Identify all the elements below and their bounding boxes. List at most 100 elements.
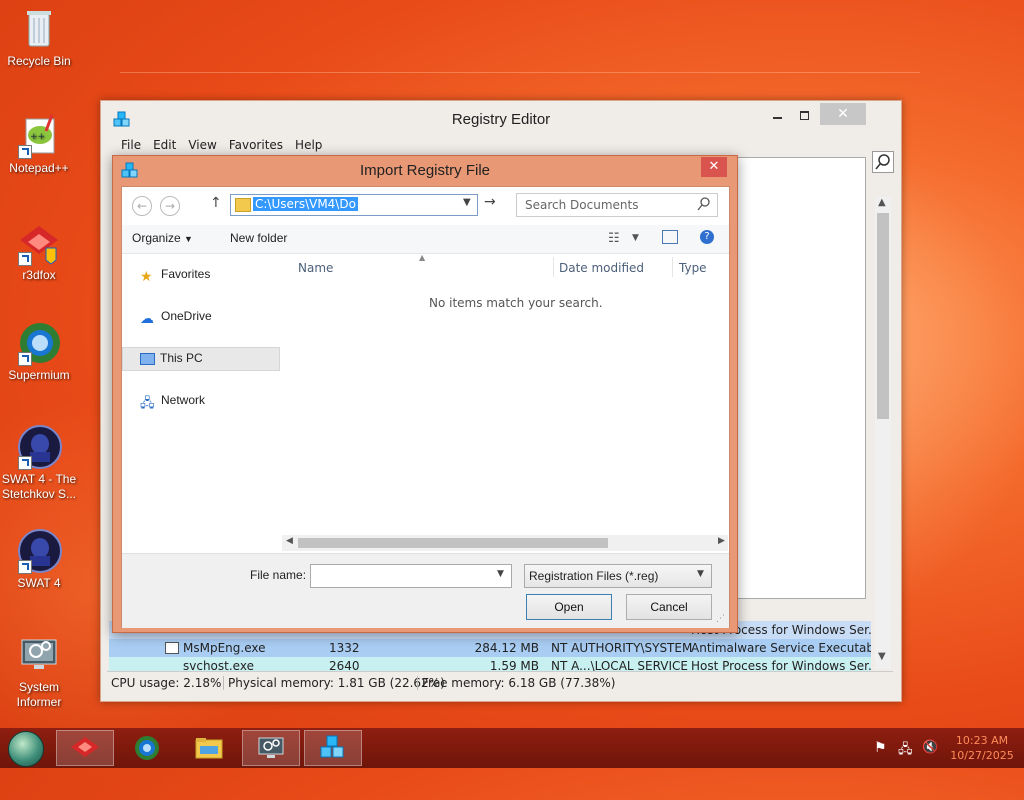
search-input[interactable]: Search Documents bbox=[516, 193, 718, 217]
resize-grip-icon[interactable]: ⋰ bbox=[716, 614, 725, 624]
r3dfox-icon bbox=[71, 737, 99, 757]
dialog-footer: File name: ▼ Registration Files (*.reg) … bbox=[122, 553, 729, 628]
taskbar-app-file-explorer[interactable] bbox=[180, 730, 238, 766]
clock-time: 10:23 AM bbox=[955, 734, 1009, 747]
shortcut-arrow-icon bbox=[18, 352, 32, 366]
filetype-select[interactable]: Registration Files (*.reg) ▼ bbox=[524, 564, 712, 588]
shortcut-arrow-icon bbox=[18, 252, 32, 266]
registry-editor-icon bbox=[320, 735, 344, 758]
menu-view[interactable]: View bbox=[182, 138, 222, 152]
process-user: NT A...\LOCAL SERVICE bbox=[551, 659, 688, 671]
cancel-button[interactable]: Cancel bbox=[626, 594, 712, 620]
clock[interactable]: 10:23 AM 10/27/2025 bbox=[950, 733, 1014, 763]
taskbar-app-system-informer[interactable] bbox=[242, 730, 300, 766]
up-arrow-icon[interactable]: ↑ bbox=[210, 195, 222, 211]
chevron-down-icon[interactable]: ▼ bbox=[497, 569, 504, 579]
sort-indicator-icon: ▲ bbox=[419, 253, 426, 262]
registry-editor-menubar: File Edit View Favorites Help bbox=[115, 138, 328, 152]
scroll-right-icon[interactable]: ▶ bbox=[718, 536, 725, 546]
desktop-icon-supermium[interactable]: Supermium bbox=[0, 320, 78, 383]
network-icon: 🖧 bbox=[140, 394, 155, 410]
nav-thispc[interactable]: This PC bbox=[140, 351, 203, 365]
swat4-expansion-icon bbox=[16, 424, 62, 470]
maximize-button[interactable] bbox=[798, 109, 812, 123]
scroll-down-icon[interactable]: ▼ bbox=[878, 651, 886, 662]
close-button[interactable]: ✕ bbox=[820, 103, 866, 125]
forward-arrow-icon[interactable]: → bbox=[160, 196, 180, 216]
table-row[interactable]: svchost.exe 2640 1.59 MB NT A...\LOCAL S… bbox=[109, 657, 871, 671]
back-arrow-icon[interactable]: ← bbox=[132, 196, 152, 216]
scroll-thumb[interactable] bbox=[298, 538, 608, 548]
desktop-icon-recycle-bin[interactable]: Recycle Bin bbox=[0, 6, 78, 69]
process-icon bbox=[165, 642, 179, 654]
nav-favorites[interactable]: ★ Favorites bbox=[140, 267, 211, 284]
swat4-icon bbox=[16, 528, 62, 574]
process-name: svchost.exe bbox=[183, 659, 254, 671]
column-header-name[interactable]: Name bbox=[298, 261, 333, 275]
clock-date: 10/27/2025 bbox=[950, 749, 1014, 762]
taskbar-app-r3dfox[interactable] bbox=[56, 730, 114, 766]
column-header-date[interactable]: Date modified bbox=[559, 261, 644, 275]
taskbar-app-supermium[interactable] bbox=[118, 730, 176, 766]
volume-muted-icon[interactable]: 🔇 bbox=[922, 740, 938, 755]
desktop-icon-label: r3dfox bbox=[22, 268, 56, 282]
chevron-down-icon[interactable]: ▼ bbox=[632, 233, 639, 243]
organize-button[interactable]: Organize ▼ bbox=[132, 231, 193, 245]
desktop-icon-r3dfox[interactable]: r3dfox bbox=[0, 220, 78, 283]
dialog-close-button[interactable]: ✕ bbox=[701, 157, 727, 177]
minimize-button[interactable] bbox=[771, 109, 785, 123]
column-header-type[interactable]: Type bbox=[679, 261, 707, 275]
filename-input[interactable]: ▼ bbox=[310, 564, 512, 588]
open-button[interactable]: Open bbox=[526, 594, 612, 620]
desktop-icon-label: Notepad++ bbox=[9, 161, 69, 175]
nav-onedrive[interactable]: ☁ OneDrive bbox=[140, 309, 212, 326]
preview-pane-icon[interactable] bbox=[662, 230, 678, 244]
import-registry-dialog: Import Registry File ✕ ← → ↑ C:\Users\VM… bbox=[112, 155, 738, 633]
recycle-bin-icon bbox=[16, 6, 62, 52]
help-icon[interactable]: ? bbox=[700, 230, 714, 244]
desktop-icon-label: SWAT 4 - The Stetchkov S... bbox=[1, 472, 77, 501]
address-bar[interactable]: C:\Users\VM4\Do ▼ bbox=[230, 194, 478, 216]
table-row-selected[interactable]: MsMpEng.exe 1332 284.12 MB NT AUTHORITY\… bbox=[109, 639, 871, 657]
folder-icon bbox=[235, 198, 251, 212]
taskbar-app-registry-editor[interactable] bbox=[304, 730, 362, 766]
system-informer-icon bbox=[16, 632, 62, 678]
r3dfox-icon bbox=[16, 220, 62, 266]
new-folder-button[interactable]: New folder bbox=[230, 231, 287, 245]
search-icon[interactable] bbox=[872, 151, 894, 173]
cpu-usage: CPU usage: 2.18% bbox=[111, 676, 222, 690]
desktop-icon-system-informer[interactable]: System Informer bbox=[0, 632, 78, 710]
nav-network[interactable]: 🖧 Network bbox=[140, 393, 205, 410]
action-center-flag-icon[interactable]: ⚑ bbox=[874, 740, 887, 756]
scroll-left-icon[interactable]: ◀ bbox=[286, 536, 293, 546]
menu-favorites[interactable]: Favorites bbox=[223, 138, 289, 152]
process-pid: 1332 bbox=[329, 641, 360, 655]
menu-edit[interactable]: Edit bbox=[147, 138, 182, 152]
physical-memory: Physical memory: 1.81 GB (22.62%) bbox=[223, 676, 445, 690]
view-options-icon[interactable]: ☷ bbox=[608, 231, 620, 246]
menu-help[interactable]: Help bbox=[289, 138, 328, 152]
supermium-icon bbox=[16, 320, 62, 366]
network-status-icon[interactable]: 🖧 bbox=[898, 740, 913, 762]
process-name: MsMpEng.exe bbox=[183, 641, 266, 655]
supermium-icon bbox=[135, 736, 159, 760]
desktop-icon-notepad-plus-plus[interactable]: ++ Notepad++ bbox=[0, 113, 78, 176]
empty-message: No items match your search. bbox=[429, 296, 603, 310]
scroll-up-icon[interactable]: ▲ bbox=[878, 197, 886, 208]
registry-editor-titlebar[interactable]: Registry Editor ✕ bbox=[101, 101, 901, 137]
desktop-icon-label: Recycle Bin bbox=[7, 54, 71, 68]
chevron-down-icon[interactable]: ▼ bbox=[463, 197, 471, 208]
horizontal-scrollbar[interactable]: ◀ ▶ bbox=[282, 535, 728, 551]
shortcut-arrow-icon bbox=[18, 560, 32, 574]
start-button[interactable] bbox=[8, 731, 44, 767]
filename-label: File name: bbox=[250, 568, 307, 582]
go-arrow-icon[interactable]: → bbox=[484, 194, 496, 210]
vertical-scrollbar[interactable]: ▲ ▼ bbox=[875, 197, 891, 669]
dialog-body: ← → ↑ C:\Users\VM4\Do ▼ → Search Documen… bbox=[121, 186, 730, 628]
desktop-icon-swat4[interactable]: SWAT 4 bbox=[0, 528, 78, 591]
scroll-thumb[interactable] bbox=[877, 213, 889, 419]
menu-file[interactable]: File bbox=[115, 138, 147, 152]
desktop-icon-swat4-expansion[interactable]: SWAT 4 - The Stetchkov S... bbox=[0, 424, 78, 502]
nav-favorites-label: Favorites bbox=[161, 267, 211, 281]
search-icon bbox=[697, 196, 711, 215]
